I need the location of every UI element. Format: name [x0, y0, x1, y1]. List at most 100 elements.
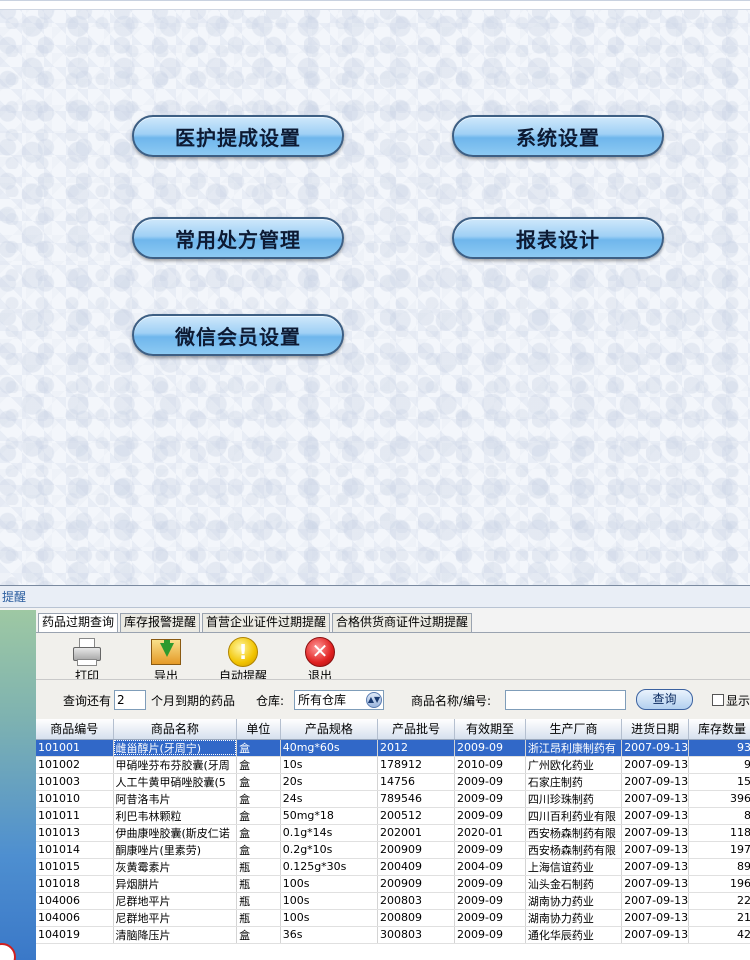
table-cell: 2007-09-13 — [621, 739, 690, 757]
col-header[interactable]: 单位 — [236, 719, 281, 740]
table-cell: 101014 — [36, 841, 114, 859]
commission-settings-button[interactable]: 医护提成设置 — [132, 115, 344, 157]
product-label: 商品名称/编号: — [411, 694, 492, 708]
table-cell: 2010-09 — [454, 756, 526, 774]
col-header[interactable]: 商品名称 — [113, 719, 238, 740]
show-checkbox-label: 显示 — [726, 694, 750, 708]
warning-icon: ! — [228, 637, 258, 667]
table-cell: 盒 — [236, 756, 281, 774]
table-cell: 2009-09 — [454, 739, 526, 757]
alert-circle-icon — [0, 943, 16, 960]
reminder-tabs: 药品过期查询 库存报警提醒 首营企业证件过期提醒 合格供货商证件过期提醒 — [38, 613, 474, 633]
table-cell: 2009-09 — [454, 909, 526, 927]
table-row[interactable]: 104019 清脑降压片盒 36s 300803 2009-09 通化华辰药业 2007-0… — [36, 926, 750, 944]
wechat-member-settings-button[interactable]: 微信会员设置 — [132, 314, 344, 356]
table-cell: 118 — [688, 824, 750, 842]
table-cell: 101001 — [36, 739, 114, 757]
col-header[interactable]: 进货日期 — [621, 719, 690, 740]
table-row[interactable]: 101018 异烟肼片瓶 100s 200909 2009-09 汕头金石制药 2007-0… — [36, 875, 750, 893]
table-cell: 2009-09 — [454, 875, 526, 893]
table-cell: 200512 — [377, 807, 456, 825]
table-cell: 西安杨森制药有限 — [525, 841, 623, 859]
prescription-management-button[interactable]: 常用处方管理 — [132, 217, 344, 259]
chevron-down-icon[interactable]: ▲▼ — [366, 692, 382, 708]
table-cell: 尼群地平片 — [113, 909, 238, 927]
table-cell: 89 — [688, 858, 750, 876]
table-cell: 0.1g*14s — [280, 824, 378, 842]
table-cell: 利巴韦林颗粒 — [113, 807, 238, 825]
table-cell: 2007-09-13 — [621, 824, 690, 842]
system-settings-button[interactable]: 系统设置 — [452, 115, 664, 157]
table-cell: 湖南协力药业 — [525, 909, 623, 927]
tab-content: 打印 导出 ! 自动提醒 ✕ 退出 查询还有 2 个月到期的药品 仓库: 所有仓… — [36, 632, 750, 960]
table-cell: 20s — [280, 773, 378, 791]
warehouse-label: 仓库: — [256, 694, 285, 708]
table-cell: 四川珍珠制药 — [525, 790, 623, 808]
table-row[interactable]: 101011 利巴韦林颗粒盒 50mg*18 200512 2009-09 四川百利药业有… — [36, 807, 750, 825]
table-cell: 200909 — [377, 875, 456, 893]
col-header[interactable]: 库存数量 — [688, 719, 750, 740]
col-header[interactable]: 有效期至 — [454, 719, 526, 740]
col-header[interactable]: 产品规格 — [280, 719, 378, 740]
table-cell: 104006 — [36, 892, 114, 910]
table-cell: 101015 — [36, 858, 114, 876]
table-cell: 14756 — [377, 773, 456, 791]
table-row[interactable]: 101003 人工牛黄甲硝唑胶囊(5 盒 20s 14756 2009-09 石家庄制药 20… — [36, 773, 750, 791]
table-row[interactable]: 104006 尼群地平片瓶 100s 200803 2009-09 湖南协力药业 2007-… — [36, 892, 750, 910]
table-cell: 93 — [688, 739, 750, 757]
table-row[interactable]: 101001 雌甾醇片(牙周宁) 盒 40mg*60s 2012 2009-09 浙江昂利康… — [36, 739, 750, 757]
auto-remind-button[interactable]: ! 自动提醒 — [213, 637, 273, 684]
col-header[interactable]: 生产厂商 — [525, 719, 623, 740]
printer-icon — [70, 637, 104, 667]
main-menu-area: 医护提成设置 系统设置 常用处方管理 报表设计 微信会员设置 — [0, 0, 750, 585]
table-cell: 四川百利药业有限 — [525, 807, 623, 825]
table-cell: 瓶 — [236, 909, 281, 927]
col-header[interactable]: 产品批号 — [377, 719, 456, 740]
months-input[interactable]: 2 — [114, 690, 146, 710]
table-row[interactable]: 101013 伊曲康唑胶囊(斯皮仁诺盒 0.1g*14s 202001 2020-01 西… — [36, 824, 750, 842]
table-cell: 2007-09-13 — [621, 756, 690, 774]
table-cell: 瓶 — [236, 875, 281, 893]
show-checkbox[interactable] — [712, 694, 724, 706]
table-cell: 202001 — [377, 824, 456, 842]
table-cell: 0.125g*30s — [280, 858, 378, 876]
table-cell: 197 — [688, 841, 750, 859]
query-button[interactable]: 查询 — [636, 689, 693, 710]
table-row[interactable]: 104006 尼群地平片瓶 100s 200809 2009-09 湖南协力药业 2007-… — [36, 909, 750, 927]
table-row[interactable]: 101010 阿昔洛韦片盒 24s 789546 2009-09 四川珍珠制药 2007-0… — [36, 790, 750, 808]
table-cell: 浙江昂利康制药有 — [525, 739, 623, 757]
table-cell: 盒 — [236, 739, 281, 757]
table-cell: 15 — [688, 773, 750, 791]
print-button[interactable]: 打印 — [57, 637, 117, 684]
warehouse-select[interactable]: 所有仓库 ▲▼ — [294, 690, 384, 710]
tab-stock-alert[interactable]: 库存报警提醒 — [120, 613, 201, 632]
export-button[interactable]: 导出 — [136, 637, 196, 684]
table-cell: 雌甾醇片(牙周宁) — [113, 739, 238, 757]
table-cell: 101011 — [36, 807, 114, 825]
table-cell: 101002 — [36, 756, 114, 774]
table-cell: 101013 — [36, 824, 114, 842]
product-search-input[interactable] — [505, 690, 626, 710]
query-months-label: 查询还有 — [63, 694, 112, 708]
table-cell: 2007-09-13 — [621, 892, 690, 910]
tab-first-supplier-license[interactable]: 首营企业证件过期提醒 — [202, 613, 331, 632]
tab-expiry-query[interactable]: 药品过期查询 — [38, 613, 119, 633]
table-row[interactable]: 101002 甲硝唑芬布芬胶囊(牙周盒 10s 178912 2010-09 广州欧化药业… — [36, 756, 750, 774]
table-cell: 西安杨森制药有限 — [525, 824, 623, 842]
table-cell: 2007-09-13 — [621, 807, 690, 825]
col-header[interactable]: 商品编号 — [36, 719, 114, 740]
exit-button[interactable]: ✕ 退出 — [290, 637, 350, 684]
table-cell: 2009-09 — [454, 892, 526, 910]
table-cell: 阿昔洛韦片 — [113, 790, 238, 808]
report-design-button[interactable]: 报表设计 — [452, 217, 664, 259]
expiry-table: 商品编号 商品名称 单位 产品规格 产品批号 有效期至 生产厂商 进货日期 库存… — [36, 719, 750, 960]
table-row[interactable]: 101014 酮康唑片(里素劳) 盒 0.2g*10s 200909 2009-09 西安杨… — [36, 841, 750, 859]
tab-qualified-supplier-license[interactable]: 合格供货商证件过期提醒 — [332, 613, 473, 632]
table-row[interactable]: 101015 灰黄霉素片瓶 0.125g*30s 200409 2004-09 上海信谊药… — [36, 858, 750, 876]
table-cell: 石家庄制药 — [525, 773, 623, 791]
table-cell: 2004-09 — [454, 858, 526, 876]
table-cell: 2007-09-13 — [621, 858, 690, 876]
table-cell: 2012 — [377, 739, 456, 757]
table-cell: 200803 — [377, 892, 456, 910]
table-cell: 101010 — [36, 790, 114, 808]
